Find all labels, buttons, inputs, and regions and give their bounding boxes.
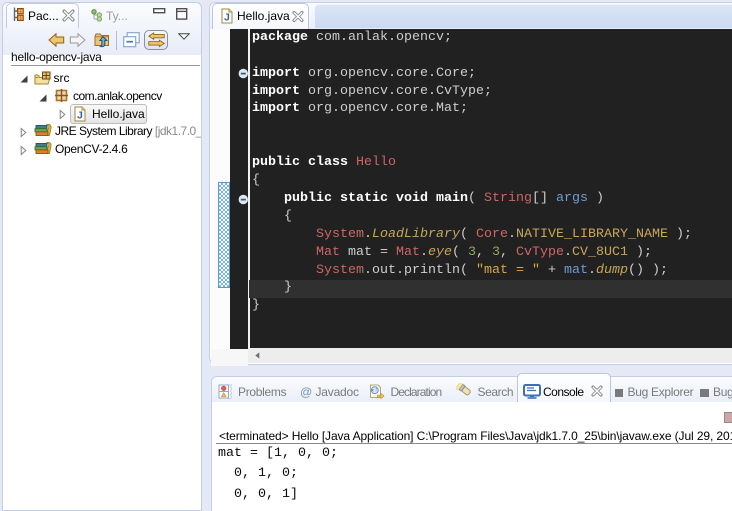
svg-text:J: J [77,110,83,122]
svg-text:J: J [224,12,230,24]
